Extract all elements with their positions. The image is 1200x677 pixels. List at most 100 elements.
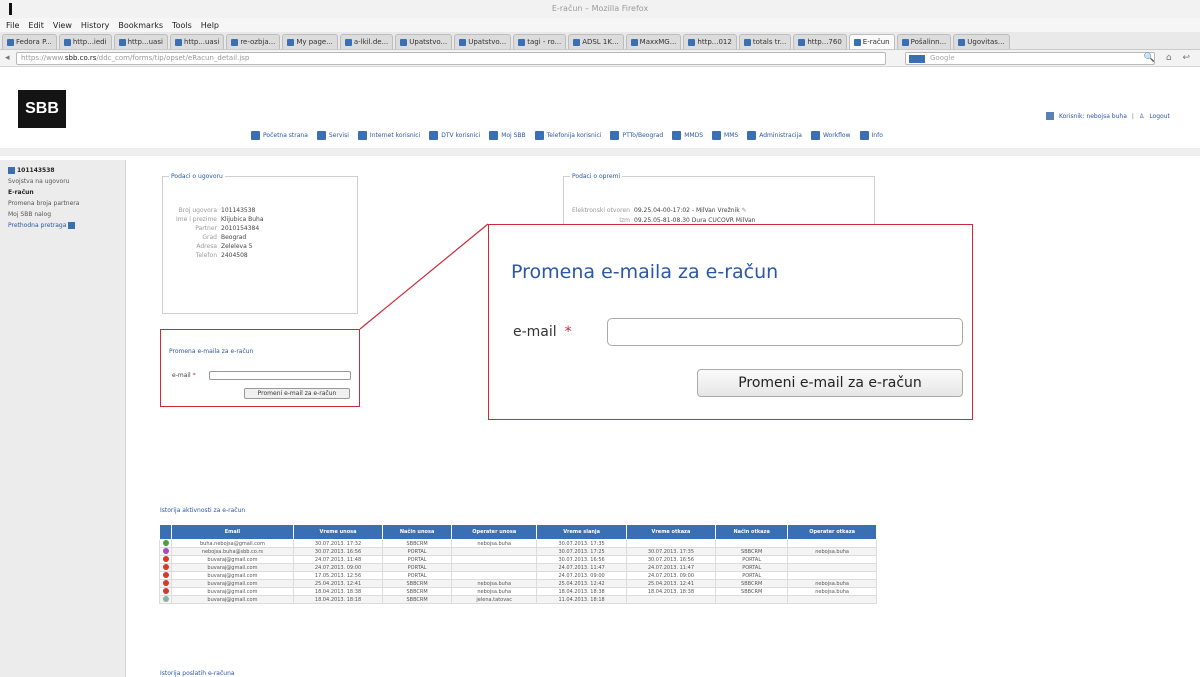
status-cell [159, 539, 172, 548]
table-row[interactable]: buha.nebojsa@gmail.com 30.07.2013. 17:32 S… [159, 539, 877, 548]
table-cell: nebojsa.buha [787, 587, 877, 596]
table-cell: 18.04.2013. 18:38 [536, 587, 627, 596]
nav-item[interactable]: Workflow [810, 131, 851, 140]
nav-item-label: Telefonija korisnici [546, 132, 602, 139]
browser-tab[interactable]: tagi - ro... [513, 34, 567, 49]
menu-view[interactable]: View [53, 21, 72, 30]
column-header[interactable]: Vreme otkaza [625, 524, 717, 540]
table-row[interactable]: buvaraj@gmail.com 18.04.2013. 18:18 SBBCRM… [159, 595, 877, 604]
nav-item[interactable]: PTTo/Beograd [610, 131, 663, 140]
table-row[interactable]: buvaraj@gmail.com 24.07.2013. 09:00 PORTAL… [159, 563, 877, 572]
url-domain: sbb.co.rs [64, 54, 97, 62]
table-row[interactable]: buvaraj@gmail.com 24.07.2013. 11:48 PORTAL… [159, 555, 877, 564]
table-cell: 11.04.2013. 18:18 [536, 595, 627, 604]
table-cell [787, 539, 877, 548]
column-header[interactable] [159, 524, 172, 540]
menu-file[interactable]: File [6, 21, 19, 30]
sidebar-item-svojstva[interactable]: Svojstva na ugovoru [8, 178, 125, 185]
column-header[interactable]: Email [171, 524, 294, 540]
menu-tools[interactable]: Tools [172, 21, 192, 30]
table-row[interactable]: buvaraj@gmail.com 18.04.2013. 18:38 SBBCRM… [159, 587, 877, 596]
browser-tab[interactable]: http...iedi [58, 34, 112, 49]
nav-item[interactable]: DTV korisnici [429, 131, 480, 140]
zoom-email-input[interactable] [607, 318, 963, 346]
sidebar-previous-search[interactable]: Prethodna pretraga [8, 222, 125, 229]
nav-item[interactable]: Početna strana [251, 131, 308, 140]
menu-bookmarks[interactable]: Bookmarks [118, 21, 163, 30]
sidebar-item-promena-broja[interactable]: Promena broja partnera [8, 200, 125, 207]
logout-link[interactable]: Logout [1149, 113, 1170, 120]
sidebar-account[interactable]: 101143538 [8, 167, 125, 174]
zoom-email-label: e-mail * [513, 324, 572, 340]
nav-item[interactable]: Moj SBB [489, 131, 526, 140]
menu-history[interactable]: History [81, 21, 109, 30]
nav-item[interactable]: Servisi [316, 131, 349, 140]
header-divider [0, 148, 1200, 156]
sbb-logo[interactable]: SBB [18, 90, 66, 128]
email-input[interactable] [209, 371, 351, 380]
browser-tab[interactable]: Pošalinn... [896, 34, 952, 49]
browser-tab[interactable]: Upatstvo... [395, 34, 453, 49]
top-navigation: Početna strana Servisi Internet korisnici D… [251, 131, 883, 140]
table-row[interactable]: buvaraj@gmail.com 17.05.2013. 12:56 PORTAL… [159, 571, 877, 580]
column-header[interactable]: Vreme slanja [536, 524, 627, 540]
nav-item-label: Info [871, 132, 883, 139]
browser-tab[interactable]: My page... [282, 34, 338, 49]
browser-tab[interactable]: http...uasi [113, 34, 168, 49]
nav-item-label: MMS [724, 132, 739, 139]
table-cell: 25.04.2013. 12:41 [292, 579, 384, 588]
browser-tab[interactable]: a-lkil.de... [339, 34, 394, 49]
menu-edit[interactable]: Edit [28, 21, 44, 30]
change-email-button[interactable]: Promeni e-mail za e-račun [244, 388, 350, 399]
nav-item[interactable]: Info [859, 131, 883, 140]
nav-item[interactable]: Administracija [747, 131, 802, 140]
browser-tab[interactable]: E-račun [848, 34, 895, 49]
table-cell: SBBCRM [382, 587, 453, 596]
table-row[interactable]: nebojsa.buha@sbb.co.rs 30.07.2013. 16:56 P… [159, 547, 877, 556]
table-cell [787, 555, 877, 564]
column-header[interactable]: Operater otkaza [787, 524, 877, 540]
browser-tab[interactable]: Fedora P... [2, 34, 57, 49]
browser-tab[interactable]: http...uasi [169, 34, 225, 49]
nav-item-icon [610, 131, 620, 140]
column-header[interactable]: Način otkaza [715, 524, 789, 540]
nav-item[interactable]: MMDS [672, 131, 703, 140]
table-cell [451, 571, 538, 580]
browser-tab[interactable]: totals tr... [738, 34, 792, 49]
search-box[interactable]: Google [905, 52, 1155, 65]
browser-tab[interactable]: Ugovitas... [953, 34, 1010, 49]
tab-label: re-ozbja... [240, 38, 276, 46]
column-header[interactable]: Vreme unosa [292, 524, 384, 540]
column-header[interactable]: Način unosa [382, 524, 453, 540]
table-cell: buvaraj@gmail.com [171, 563, 294, 572]
browser-tab[interactable]: MaxxMG... [625, 34, 682, 49]
nav-item[interactable]: Telefonija korisnici [534, 131, 602, 140]
browser-tab[interactable]: ADSL 1K... [568, 34, 624, 49]
url-path: /ddc_com/forms/tip/opset/eRacun_detail.j… [96, 54, 250, 62]
table-cell: 30.07.2013. 16:56 [536, 555, 627, 564]
nav-item-label: Početna strana [263, 132, 308, 139]
browser-tab[interactable]: re-ozbja... [226, 34, 281, 49]
zoom-change-email-button[interactable]: Promeni e-mail za e-račun [697, 369, 963, 397]
tab-favicon-icon [459, 38, 467, 46]
user-bar: Korisnik: nebojsa buha | ♙ Logout [1046, 112, 1170, 120]
browser-tab[interactable]: http...012 [683, 34, 737, 49]
browser-tab[interactable]: Upatstvo... [454, 34, 512, 49]
tab-bar: Fedora P... http...iedi http...uasi http...… [0, 32, 1200, 50]
column-header[interactable]: Operater unosa [451, 524, 538, 540]
logout-icon[interactable]: ♙ [1139, 113, 1144, 120]
user-name[interactable]: Korisnik: nebojsa buha [1059, 113, 1127, 120]
nav-item[interactable]: MMS [712, 131, 738, 140]
sidebar-item-moj-sbb[interactable]: Moj SBB nalog [8, 211, 125, 218]
search-engine-icon[interactable] [909, 55, 925, 63]
back-icon[interactable]: ◂ [5, 53, 10, 63]
toolbar-icons[interactable]: 🔍 ⌂ ↩ [1144, 53, 1194, 63]
edit-icon[interactable]: ✎ [742, 207, 747, 214]
table-cell: PORTAL [715, 555, 789, 564]
table-row[interactable]: buvaraj@gmail.com 25.04.2013. 12:41 SBBCRM… [159, 579, 877, 588]
url-bar[interactable]: https://www.sbb.co.rs/ddc_com/forms/tip/… [16, 52, 886, 65]
menu-help[interactable]: Help [201, 21, 219, 30]
sidebar-item-eracun[interactable]: E-račun [8, 189, 125, 196]
browser-tab[interactable]: http...760 [793, 34, 847, 49]
nav-item[interactable]: Internet korisnici [357, 131, 420, 140]
